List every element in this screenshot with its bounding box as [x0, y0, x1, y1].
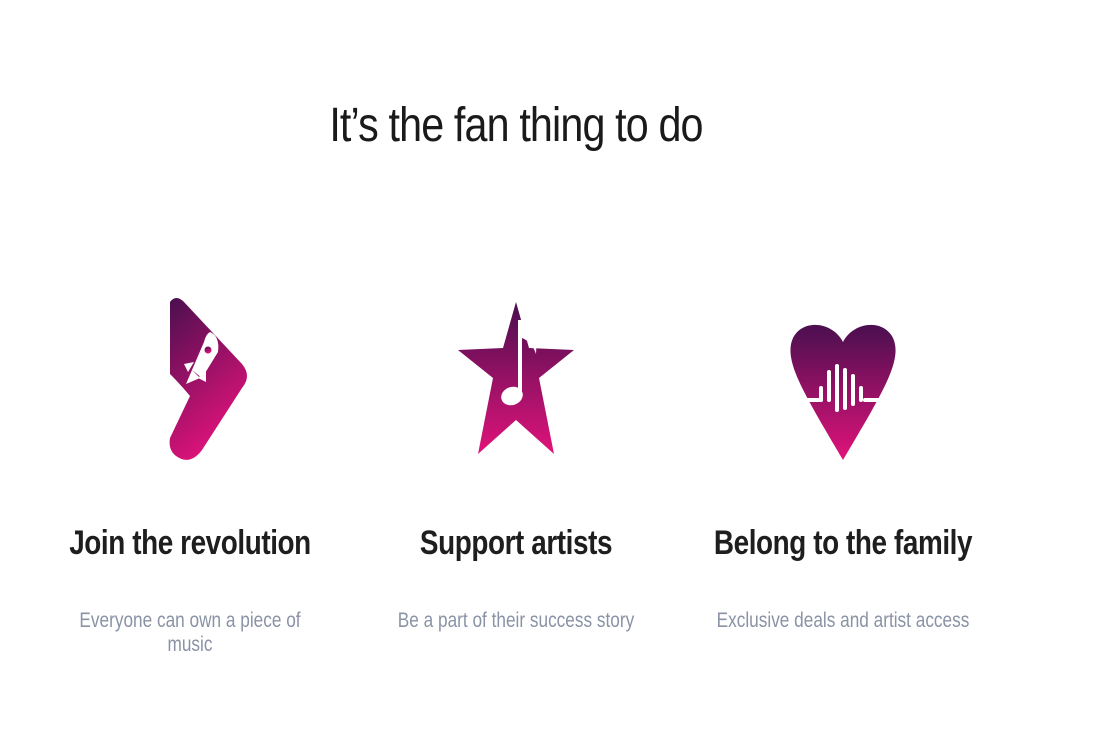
feature-title: Belong to the family: [713, 524, 973, 562]
feature-description: Be a part of their success story: [397, 609, 635, 632]
feature-description: Exclusive deals and artist access: [716, 609, 970, 632]
feature-join-revolution: Join the revolution Everyone can own a p…: [30, 292, 350, 656]
heart-soundwave-icon: [783, 292, 903, 467]
feature-support-artists: Support artists Be a part of their succe…: [356, 292, 676, 652]
feature-belong-family: Belong to the family Exclusive deals and…: [683, 292, 1003, 652]
feature-title: Join the revolution: [69, 524, 311, 562]
star-music-note-icon: [456, 292, 576, 467]
rocket-play-icon: [130, 292, 250, 467]
feature-description: Everyone can own a piece of music: [79, 609, 301, 656]
page-heading: It’s the fan thing to do: [329, 99, 703, 153]
feature-title: Support artists: [419, 524, 613, 562]
